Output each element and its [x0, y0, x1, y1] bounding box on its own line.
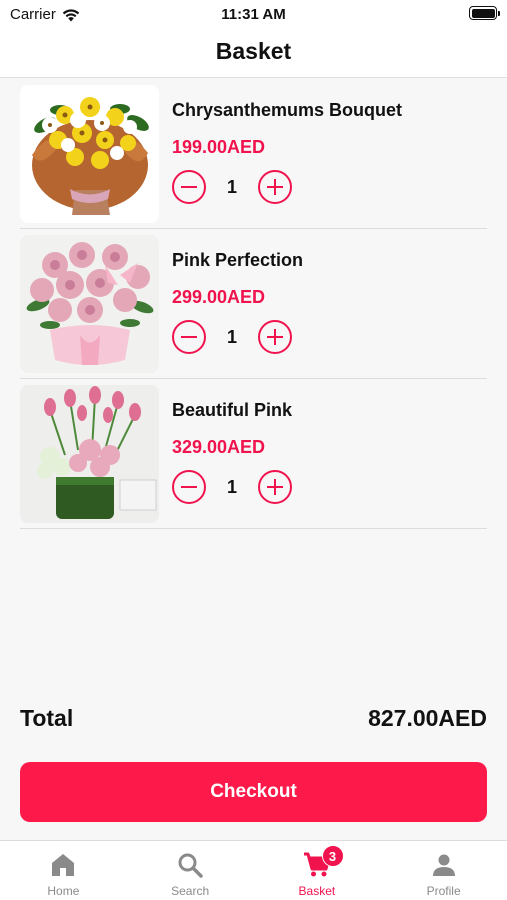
status-time: 11:31 AM [221, 6, 286, 23]
item-name[interactable]: Pink Perfection [172, 249, 482, 271]
item-price: 329.00AED [172, 437, 266, 457]
item-info: Beautiful Pink 329.00AED [172, 399, 482, 458]
basket-item: Pink Perfection 299.00AED 1 [20, 229, 487, 379]
total-row: Total 827.00AED [20, 705, 487, 735]
decrease-quantity-button[interactable] [172, 320, 206, 354]
item-name[interactable]: Chrysanthemums Bouquet [172, 99, 482, 121]
tab-bar: Home Search 3 Basket Profile [0, 840, 507, 900]
pink-tulip-vase-image[interactable] [20, 385, 159, 523]
tab-home[interactable]: Home [0, 841, 127, 900]
total-value: 827.00AED [368, 705, 487, 731]
increase-quantity-button[interactable] [258, 470, 292, 504]
total-label: Total [20, 705, 74, 731]
tab-profile[interactable]: Profile [380, 841, 507, 900]
tab-basket[interactable]: 3 Basket [254, 841, 381, 900]
person-icon [432, 854, 455, 876]
battery-icon [469, 6, 500, 20]
item-name[interactable]: Beautiful Pink [172, 399, 482, 421]
item-info: Pink Perfection 299.00AED [172, 249, 482, 308]
checkout-button[interactable]: Checkout [20, 762, 487, 822]
tab-label: Search [171, 884, 210, 898]
item-price: 299.00AED [172, 287, 266, 307]
quantity-stepper: 1 [172, 470, 292, 504]
pink-bouquet-image-graphic [20, 235, 159, 373]
pink-tulip-vase-image-graphic [20, 385, 159, 523]
page-title: Basket [215, 38, 292, 64]
decrease-quantity-button[interactable] [172, 470, 206, 504]
tab-label: Profile [426, 884, 461, 898]
quantity-value: 1 [226, 176, 237, 197]
chrysanthemum-bouquet-image[interactable] [20, 85, 159, 223]
chrysanthemum-bouquet-image-graphic [20, 85, 159, 223]
item-info: Chrysanthemums Bouquet 199.00AED [172, 99, 482, 158]
basket-item: Chrysanthemums Bouquet 199.00AED 1 [20, 79, 487, 229]
tab-search[interactable]: Search [127, 841, 254, 900]
increase-quantity-button[interactable] [258, 320, 292, 354]
quantity-value: 1 [226, 476, 237, 497]
basket-item: Beautiful Pink 329.00AED 1 [20, 379, 487, 529]
quantity-stepper: 1 [172, 170, 292, 204]
basket-screen: Carrier 11:31 AM Basket Chrysanthemums B… [0, 0, 507, 900]
basket-list: Chrysanthemums Bouquet 199.00AED 1 Pink … [20, 79, 487, 529]
increase-quantity-button[interactable] [258, 170, 292, 204]
nav-header: Basket [0, 30, 507, 78]
tab-label: Basket [298, 884, 336, 898]
search-icon [178, 853, 203, 878]
tab-label: Home [47, 884, 80, 898]
status-bar: Carrier 11:31 AM [0, 0, 507, 30]
home-icon [52, 854, 75, 876]
quantity-stepper: 1 [172, 320, 292, 354]
quantity-value: 1 [226, 326, 237, 347]
cart-count-badge: 3 [321, 845, 344, 867]
item-price: 199.00AED [172, 137, 266, 157]
decrease-quantity-button[interactable] [172, 170, 206, 204]
pink-bouquet-image[interactable] [20, 235, 159, 373]
